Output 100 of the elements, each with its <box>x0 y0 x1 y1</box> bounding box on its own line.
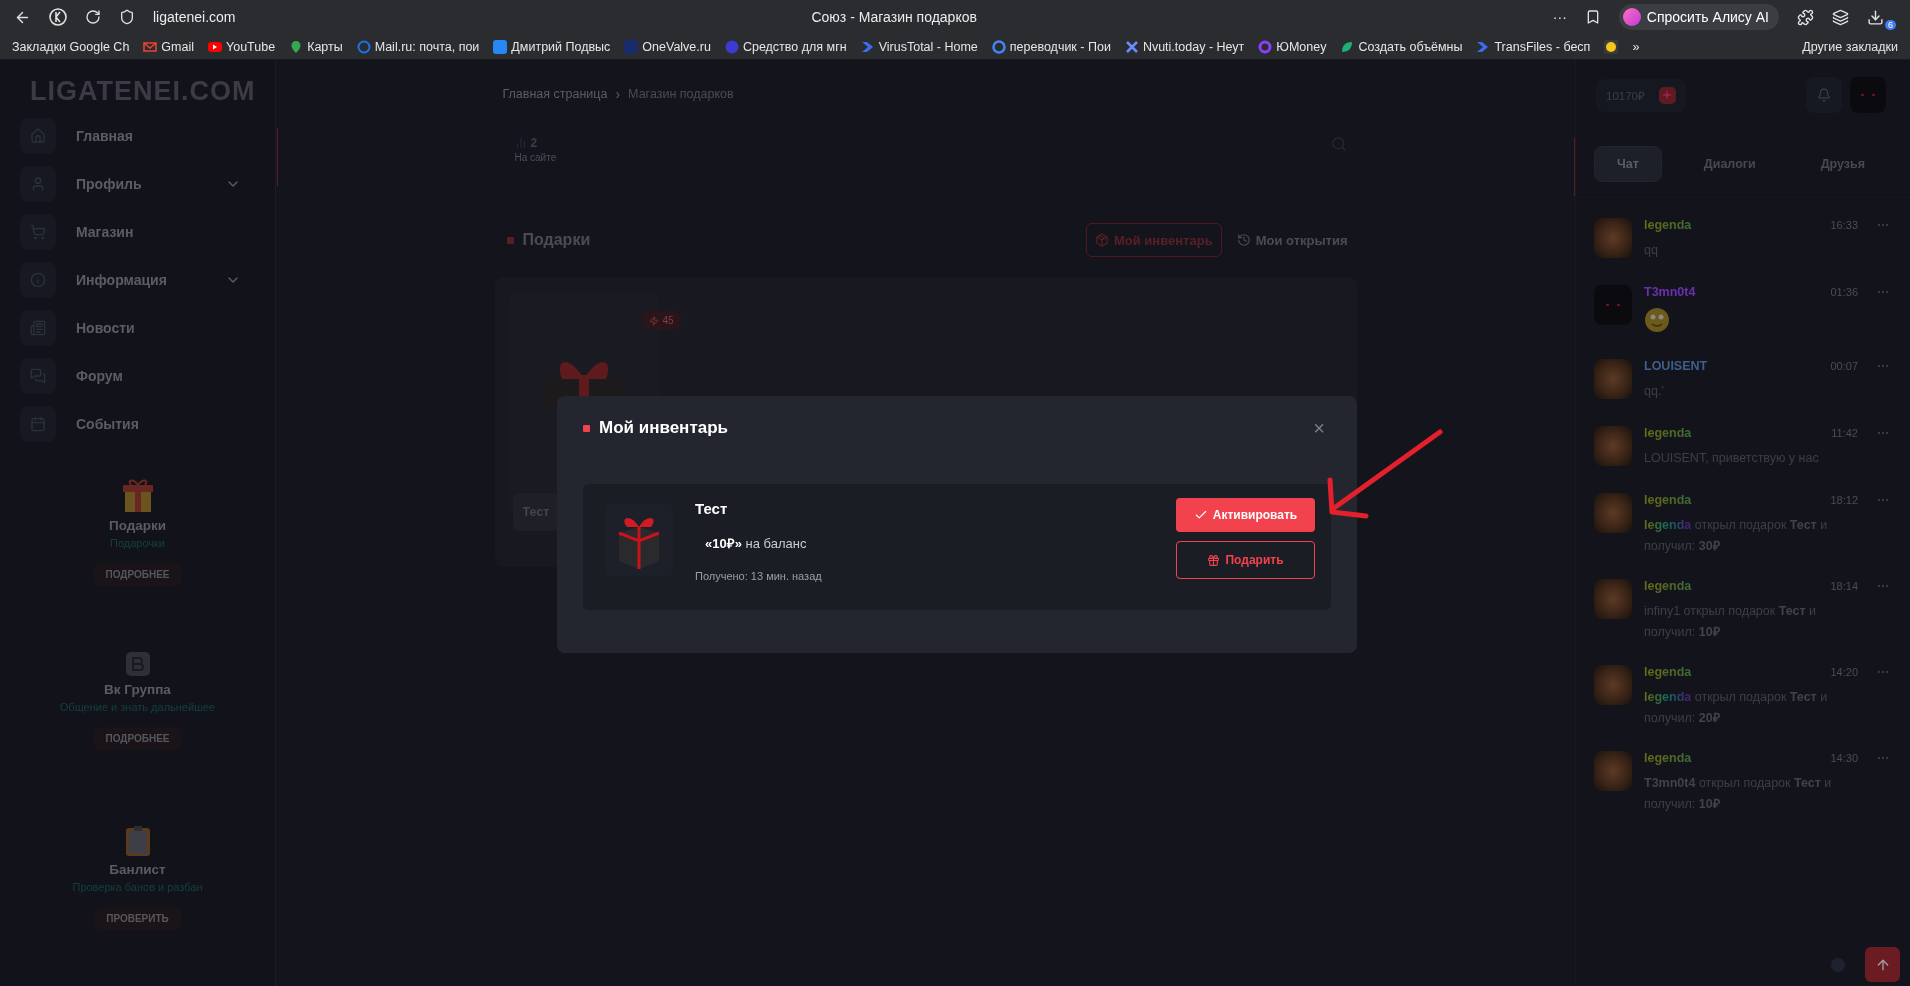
check-icon <box>1193 508 1208 522</box>
bookmark-item[interactable]: переводчик - Пои <box>991 39 1111 54</box>
bookmark-item[interactable]: ЮMoney <box>1258 39 1327 54</box>
item-name: Тест <box>695 500 729 517</box>
user-avatar[interactable] <box>1594 285 1632 325</box>
assistant-icon <box>1622 8 1641 26</box>
site-icon <box>991 39 1006 54</box>
info-icon <box>20 262 56 298</box>
user-avatar[interactable] <box>1594 426 1632 466</box>
bookmark-item[interactable]: VirusTotal - Home <box>860 39 978 54</box>
bookmark-item[interactable]: Дмитрий Подвыс <box>493 39 611 54</box>
menu-item[interactable]: Новости <box>76 320 241 336</box>
puzzle-icon[interactable] <box>1797 8 1814 26</box>
bookmark-item[interactable]: Nvuti.today - Неут <box>1124 39 1245 54</box>
details-button[interactable]: ПОДРОБНЕЕ <box>93 727 182 750</box>
message-time: 14:30 <box>1830 752 1858 764</box>
menu-item[interactable]: События <box>76 416 241 432</box>
bookmark-item[interactable]: Создать объёмны <box>1340 39 1463 54</box>
bell-button[interactable] <box>1806 77 1842 113</box>
bell-icon <box>1817 88 1831 102</box>
bookmark-folder[interactable]: Другие закладки <box>1802 39 1898 54</box>
section-marker <box>506 236 514 244</box>
card-title: Банлист <box>109 862 166 877</box>
username[interactable]: T3mn0t4 <box>1644 285 1831 299</box>
menu-item[interactable]: Профиль <box>76 176 205 192</box>
bookmark-item[interactable]: YouTube <box>208 39 276 54</box>
user-avatar[interactable] <box>1594 493 1632 533</box>
user-avatar[interactable] <box>1594 218 1632 258</box>
site-icon <box>1124 39 1139 54</box>
message-time: 00:07 <box>1830 360 1858 372</box>
site-icon <box>724 39 739 54</box>
menu-item[interactable]: Главная <box>76 128 241 144</box>
view-tab[interactable]: Мои открытия <box>1227 223 1357 257</box>
site-icon <box>1258 39 1273 54</box>
scroll-top-button[interactable] <box>1865 947 1900 982</box>
layers-icon[interactable] <box>1832 8 1849 26</box>
vk-icon <box>125 652 150 676</box>
coin-icon <box>1604 39 1619 54</box>
site-icon <box>356 39 371 54</box>
bookmark-item[interactable]: Gmail <box>143 39 194 54</box>
assistant-button[interactable]: Спросить Алису AI <box>1618 4 1779 30</box>
gift-button[interactable]: Подарить <box>1176 541 1315 579</box>
username[interactable]: LOUISENT <box>1644 359 1831 373</box>
bookmark-item[interactable]: Mail.ru: почта, пои <box>356 39 480 54</box>
menu-item[interactable]: Магазин <box>76 224 241 240</box>
title-marker <box>583 424 590 432</box>
message-time: 11:42 <box>1831 427 1858 439</box>
bookmark-item[interactable]: TransFiles - бесп <box>1476 39 1591 54</box>
calendar-icon <box>20 406 56 442</box>
gift-icon <box>122 478 153 512</box>
history-icon <box>1236 233 1251 247</box>
add-funds-button[interactable] <box>1659 86 1676 104</box>
page-title: Союз - Магазин подарков <box>810 9 978 25</box>
site-icon <box>624 39 639 54</box>
breadcrumb-separator: › <box>615 86 621 102</box>
received-time: Получено: 13 мин. назад <box>695 570 823 582</box>
mail-icon <box>143 39 158 54</box>
bookmark-item[interactable]: Карты <box>289 39 343 54</box>
user-avatar[interactable] <box>1594 579 1632 619</box>
overflow-button[interactable]: » <box>1632 39 1640 54</box>
details-button[interactable]: ПОДРОБНЕЕ <box>93 563 182 586</box>
bookmark-item[interactable]: Средство для мгн <box>724 39 847 54</box>
user-avatar[interactable] <box>1594 751 1632 791</box>
count-badge: 6 <box>1885 19 1896 30</box>
user-avatar[interactable] <box>1594 665 1632 705</box>
reload-icon[interactable] <box>85 9 101 25</box>
user-icon <box>20 166 56 202</box>
cart-icon <box>20 214 56 250</box>
chat-tab[interactable]: Чат <box>1594 145 1662 182</box>
user-avatar[interactable] <box>1850 77 1886 113</box>
shield-icon[interactable] <box>119 9 135 25</box>
activate-button[interactable]: Активировать <box>1176 498 1315 532</box>
download-button[interactable] <box>1867 8 1884 26</box>
close-button[interactable]: × <box>1307 418 1331 438</box>
message-time: 01:36 <box>1830 286 1858 298</box>
menu-item[interactable]: Информация <box>76 272 205 288</box>
menu-item[interactable]: Форум <box>76 368 241 384</box>
card-title: Вк Группа <box>104 682 171 697</box>
card-title: Подарки <box>108 518 167 533</box>
home-icon <box>20 118 56 154</box>
clipboard-icon <box>125 826 150 856</box>
online-label: На сайте <box>514 152 557 163</box>
gift-icon <box>1207 553 1221 567</box>
browser-logo-icon[interactable] <box>49 8 67 26</box>
bookmark-item[interactable]: Закладки Google Ch <box>12 39 130 54</box>
details-button[interactable]: ПРОВЕРИТЬ <box>94 907 181 930</box>
breadcrumb-link[interactable]: Магазин подарков <box>628 87 734 101</box>
item-reward: «10₽» на баланс <box>704 535 808 552</box>
smiley-icon <box>1644 307 1670 333</box>
message-time: 16:33 <box>1830 219 1858 231</box>
signal-icon <box>514 137 527 149</box>
newspaper-icon <box>20 310 56 346</box>
user-avatar[interactable] <box>1594 359 1632 399</box>
bookmark-item[interactable]: OneValve.ru <box>624 39 711 54</box>
breadcrumb-link[interactable]: Главная страница <box>502 87 608 101</box>
dialog-title: Мой инвентарь <box>599 418 728 438</box>
bookmark-item[interactable] <box>1604 39 1619 54</box>
site-icon <box>860 39 875 54</box>
address-field[interactable]: ligatenei.com <box>153 9 236 25</box>
more-button[interactable]: ··· <box>1552 9 1567 25</box>
